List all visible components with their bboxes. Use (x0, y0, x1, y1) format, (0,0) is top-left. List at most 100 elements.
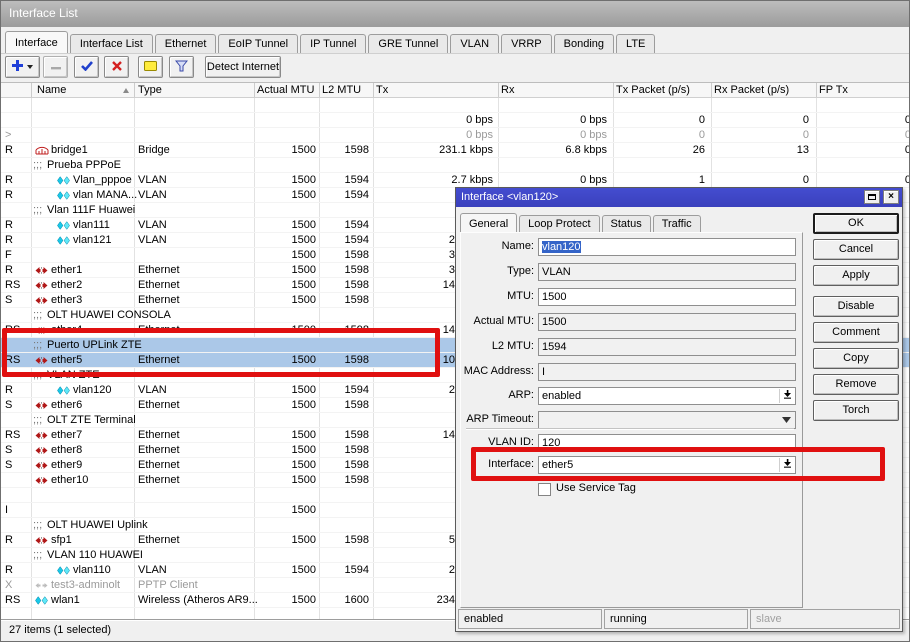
wlan-icon (35, 596, 48, 605)
dialog-close-button[interactable]: × (883, 190, 899, 204)
tab-ip-tunnel[interactable]: IP Tunnel (300, 34, 366, 53)
row-flag: R (5, 143, 13, 158)
copy-button[interactable]: Copy (813, 348, 899, 369)
cell-type: Wireless (Atheros AR9... (138, 593, 258, 608)
tab-eoip-tunnel[interactable]: EoIP Tunnel (218, 34, 298, 53)
table-row[interactable]: 0 bps0 bps000 (1, 113, 909, 128)
use-service-tag-checkbox[interactable] (538, 483, 551, 496)
column-header-l2-mtu[interactable]: L2 MTU (322, 84, 361, 96)
table-row[interactable]: Rbridge1Bridge15001598231.1 kbps6.8 kbps… (1, 143, 909, 158)
cell-comment: Vlan 111F Huawei (47, 203, 135, 218)
cell-amtu: 1500 (292, 443, 316, 458)
cell-type: Ethernet (138, 293, 180, 308)
arp-timeout-field (538, 411, 796, 429)
column-header-rx-packet-p-s[interactable]: Rx Packet (p/s) (714, 84, 789, 96)
column-header-actual-mtu[interactable]: Actual MTU (257, 84, 314, 96)
cell-name: wlan1 (51, 593, 80, 608)
column-header-rx[interactable]: Rx (501, 84, 514, 96)
arp-field[interactable]: enabled (538, 387, 796, 405)
tab-gre-tunnel[interactable]: GRE Tunnel (368, 34, 448, 53)
disable-button[interactable]: Disable (813, 296, 899, 317)
interface-field[interactable]: ether5 (538, 456, 796, 474)
dialog-tab-status[interactable]: Status (602, 215, 651, 232)
dialog-titlebar[interactable]: Interface <vlan120> × (456, 188, 902, 207)
tab-interface[interactable]: Interface (5, 31, 68, 53)
cell-txp: 0 (699, 128, 705, 143)
disable-button[interactable] (104, 56, 129, 78)
table-header[interactable]: Name Type Actual MTU L2 MTU Tx Rx Tx Packet (p… (1, 82, 909, 98)
column-header-name[interactable]: Name (37, 84, 66, 96)
cell-amtu: 1500 (292, 233, 316, 248)
dialog-maximize-button[interactable] (864, 190, 880, 204)
ethernet-icon (35, 296, 48, 305)
table-row[interactable] (1, 98, 909, 113)
ethernet-icon (35, 431, 48, 440)
cell-l2mtu: 1598 (345, 353, 369, 368)
mtu-field[interactable]: 1500 (538, 288, 796, 306)
tab-interface-list[interactable]: Interface List (70, 34, 153, 53)
tab-vlan[interactable]: VLAN (450, 34, 499, 53)
dialog-tab-traffic[interactable]: Traffic (653, 215, 701, 232)
vlan-icon (57, 176, 70, 185)
name-field[interactable]: vlan120 (538, 238, 796, 256)
torch-button[interactable]: Torch (813, 400, 899, 421)
mtu-label: MTU: (460, 288, 534, 305)
column-header-fp-tx[interactable]: FP Tx (819, 84, 848, 96)
comment-button[interactable] (138, 56, 163, 78)
bridge-icon (35, 146, 49, 155)
cell-l2mtu: 1594 (345, 563, 369, 578)
dropdown-button[interactable] (779, 458, 794, 472)
cell-l2mtu: 1598 (345, 473, 369, 488)
table-row[interactable]: RVlan_pppoeVLAN150015942.7 kbps0 bps100 (1, 173, 909, 188)
tab-lte[interactable]: LTE (616, 34, 655, 53)
column-header-type[interactable]: Type (138, 84, 162, 96)
cell-amtu: 1500 (292, 428, 316, 443)
ok-button[interactable]: OK (813, 213, 899, 234)
enable-button[interactable] (74, 56, 99, 78)
apply-button[interactable]: Apply (813, 265, 899, 286)
cell-name: ether7 (51, 428, 82, 443)
row-flag: S (5, 458, 12, 473)
row-flag: RS (5, 593, 20, 608)
remove-button[interactable] (43, 56, 68, 78)
ethernet-icon (35, 476, 48, 485)
comment-marker: ;;; (33, 368, 42, 383)
window-titlebar[interactable]: Interface List (1, 1, 909, 27)
row-flag: RS (5, 278, 20, 293)
dropdown-button[interactable] (779, 389, 794, 403)
column-header-tx[interactable]: Tx (376, 84, 388, 96)
detect-internet-button[interactable]: Detect Internet (205, 56, 281, 78)
dialog-tab-general[interactable]: General (460, 213, 517, 232)
remove-button[interactable]: Remove (813, 374, 899, 395)
cell-name: ether3 (51, 293, 82, 308)
cell-amtu: 1500 (292, 188, 316, 203)
comment-marker: ;;; (33, 338, 42, 353)
tab-vrrp[interactable]: VRRP (501, 34, 552, 53)
column-header-tx-packet-p-s[interactable]: Tx Packet (p/s) (616, 84, 690, 96)
vlan-icon (57, 386, 70, 395)
dialog-status-running: running (604, 609, 748, 629)
comment-row[interactable]: ;;;Prueba PPPoE (1, 158, 909, 173)
vlan-id-field[interactable]: 120 (538, 434, 796, 452)
actual-mtu-field: 1500 (538, 313, 796, 331)
tab-ethernet[interactable]: Ethernet (155, 34, 217, 53)
cell-comment: OLT HUAWEI CONSOLA (47, 308, 171, 323)
dialog-tab-loop-protect[interactable]: Loop Protect (519, 215, 599, 232)
cross-icon (112, 61, 122, 74)
l2-mtu-field: 1594 (538, 338, 796, 356)
dropdown-button[interactable] (779, 413, 794, 427)
filter-button[interactable] (169, 56, 194, 78)
cancel-button[interactable]: Cancel (813, 239, 899, 260)
comment-marker: ;;; (33, 413, 42, 428)
cell-type: Ethernet (138, 398, 180, 413)
tab-bonding[interactable]: Bonding (554, 34, 614, 53)
comment-button[interactable]: Comment (813, 322, 899, 343)
cell-type: Ethernet (138, 473, 180, 488)
cell-rxp: 0 (803, 173, 809, 188)
cell-l2mtu: 1594 (345, 173, 369, 188)
table-row[interactable]: >0 bps0 bps000 (1, 128, 909, 143)
dialog-status-enabled: enabled (458, 609, 602, 629)
chevron-down-icon (27, 65, 33, 69)
add-button[interactable] (5, 56, 40, 78)
cell-amtu: 1500 (292, 398, 316, 413)
